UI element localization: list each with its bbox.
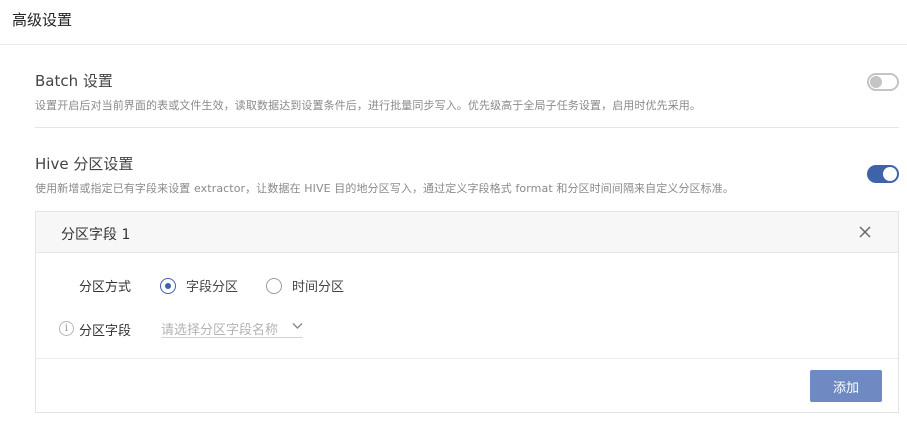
radio-label-time: 时间分区 bbox=[292, 280, 345, 295]
radio-field-partition[interactable]: 字段分区 bbox=[160, 276, 238, 295]
select-placeholder: 请选择分区字段名称 bbox=[161, 323, 279, 338]
radio-time-partition[interactable]: 时间分区 bbox=[266, 276, 344, 295]
page-title: 高级设置 bbox=[12, 11, 73, 29]
hive-description: 使用新增或指定已有字段来设置 extractor，让数据在 HIVE 目的地分区… bbox=[35, 182, 734, 195]
close-icon[interactable] bbox=[858, 225, 872, 239]
partition-field-select[interactable]: 请选择分区字段名称 bbox=[161, 317, 303, 338]
card-footer-divider bbox=[36, 358, 898, 359]
radio-label-field: 字段分区 bbox=[186, 280, 239, 295]
batch-title: Batch 设置 bbox=[35, 72, 113, 90]
title-divider bbox=[0, 44, 907, 45]
partition-field-label: 分区字段 bbox=[79, 324, 132, 339]
toggle-knob bbox=[883, 167, 897, 181]
batch-section: Batch 设置 设置开启后对当前界面的表或文件生效，读取数据达到设置条件后，进… bbox=[35, 70, 899, 113]
chevron-down-icon bbox=[292, 323, 303, 329]
batch-description: 设置开启后对当前界面的表或文件生效，读取数据达到设置条件后，进行批量同步写入。优… bbox=[35, 99, 701, 112]
partition-mode-label: 分区方式 bbox=[79, 280, 132, 295]
hive-section: Hive 分区设置 使用新增或指定已有字段来设置 extractor，让数据在 … bbox=[35, 153, 899, 196]
partition-card: 分区字段 1 分区方式 字段分区 时间分区 i 分区字段 请选择分区字段名称 添… bbox=[35, 211, 899, 413]
hive-toggle[interactable] bbox=[867, 165, 899, 183]
radio-circle-field bbox=[160, 277, 176, 294]
add-button[interactable]: 添加 bbox=[810, 370, 882, 402]
section-divider bbox=[35, 127, 899, 128]
toggle-knob bbox=[870, 76, 882, 88]
hive-title: Hive 分区设置 bbox=[35, 155, 134, 173]
radio-circle-time bbox=[266, 277, 282, 294]
partition-card-header: 分区字段 1 bbox=[36, 212, 898, 253]
partition-card-title: 分区字段 1 bbox=[61, 227, 131, 243]
info-icon: i bbox=[59, 321, 74, 336]
batch-toggle[interactable] bbox=[867, 73, 899, 91]
